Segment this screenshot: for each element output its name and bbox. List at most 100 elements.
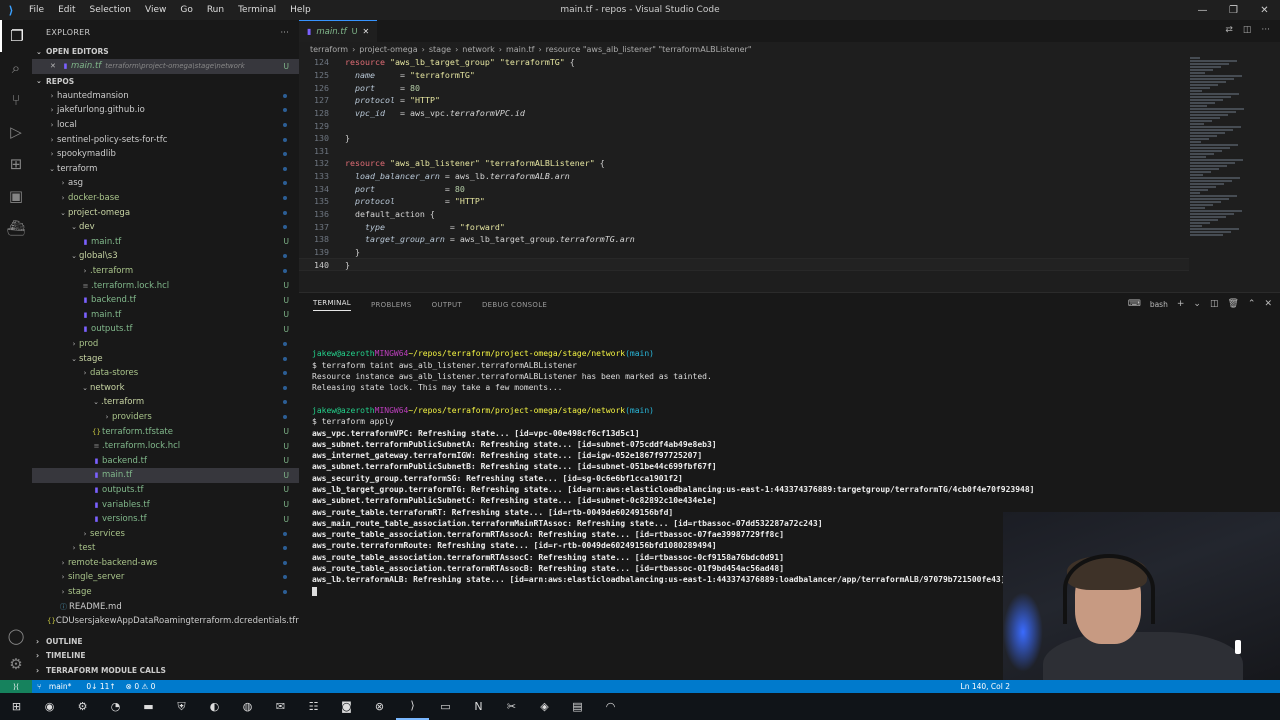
problems-indicator[interactable]: ⊗ 0 ⚠ 0 [121, 682, 161, 691]
tree-item[interactable]: ▮ backend.tf U [32, 293, 299, 308]
xbox-icon[interactable]: ⊗ [363, 693, 396, 720]
shell-name[interactable]: bash [1150, 300, 1168, 309]
chevron-down-icon[interactable]: ⌄ [1193, 299, 1201, 309]
tree-item[interactable]: › docker-base [32, 191, 299, 206]
menu-item-file[interactable]: File [22, 5, 51, 15]
discord-icon[interactable]: ◉ [33, 693, 66, 720]
menu-item-selection[interactable]: Selection [83, 5, 138, 15]
more-actions-icon[interactable]: ··· [1261, 25, 1270, 35]
chrome-icon[interactable]: ◍ [231, 693, 264, 720]
split-terminal-icon[interactable]: ◫ [1210, 299, 1219, 309]
tree-item[interactable]: › stage [32, 585, 299, 600]
close-icon[interactable]: ✕ [50, 62, 60, 70]
menu-item-edit[interactable]: Edit [51, 5, 82, 15]
tree-item[interactable]: › providers [32, 410, 299, 425]
tree-item[interactable]: ▮ main.tf U [32, 308, 299, 323]
menu-item-view[interactable]: View [138, 5, 173, 15]
tree-item[interactable]: › data-stores [32, 366, 299, 381]
sync-indicator[interactable]: 0↓ 11↑ [81, 682, 120, 691]
close-panel-icon[interactable]: ✕ [1264, 299, 1272, 309]
tree-item[interactable]: {} terraform.tfstate U [32, 424, 299, 439]
maximize-icon[interactable]: ❐ [1218, 0, 1249, 20]
panel-tab-problems[interactable]: PROBLEMS [371, 301, 412, 309]
firefox-icon[interactable]: ◐ [198, 693, 231, 720]
zoom-icon[interactable]: ◙ [330, 693, 363, 720]
tree-item[interactable]: ▮ outputs.tf U [32, 322, 299, 337]
minimize-icon[interactable]: — [1187, 0, 1218, 20]
tree-item[interactable]: ≡ .terraform.lock.hcl U [32, 278, 299, 293]
panel-tab-debug-console[interactable]: DEBUG CONSOLE [482, 301, 547, 309]
code-view[interactable]: 124 resource "aws_lb_target_group" "terra… [299, 56, 1189, 271]
tree-item[interactable]: › sentinel-policy-sets-for-tfc [32, 132, 299, 147]
tree-item[interactable]: › jakefurlong.github.io [32, 103, 299, 118]
password-manager-icon[interactable]: ⛨ [165, 693, 198, 720]
close-tab-icon[interactable]: ✕ [363, 27, 370, 36]
tab-main-tf[interactable]: ▮ main.tf U ✕ [299, 20, 378, 42]
open-editor-item[interactable]: ✕ ▮ main.tf terraform\project-omega\stag… [32, 59, 299, 74]
docker-icon[interactable]: ⛴ [0, 212, 32, 244]
outlook-icon[interactable]: ✉ [264, 693, 297, 720]
more-actions-icon[interactable]: ··· [280, 28, 289, 37]
tree-item[interactable]: › .terraform [32, 264, 299, 279]
menu-item-go[interactable]: Go [173, 5, 199, 15]
maximize-panel-icon[interactable]: ⌃ [1248, 299, 1256, 309]
tree-item[interactable]: › test [32, 541, 299, 556]
tree-item[interactable]: ⌄ .terraform [32, 395, 299, 410]
tree-item[interactable]: › local [32, 118, 299, 133]
tree-item[interactable]: ▮ main.tf U [32, 468, 299, 483]
settings-gear-icon[interactable]: ⚙ [0, 648, 32, 680]
tree-item[interactable]: › remote-backend-aws [32, 556, 299, 571]
source-control-icon[interactable]: ⑂ [0, 84, 32, 116]
explorer-icon[interactable]: ❐ [0, 20, 32, 52]
vscode-taskbar-icon[interactable]: ⟩ [396, 693, 429, 720]
tree-item[interactable]: › asg [32, 176, 299, 191]
breadcrumb-item[interactable]: network [462, 45, 495, 54]
breadcrumb-item[interactable]: terraform [310, 45, 348, 54]
settings-gear-icon[interactable]: ⚙ [66, 693, 99, 720]
panel-tab-output[interactable]: OUTPUT [432, 301, 462, 309]
tree-item[interactable]: ⌄ terraform [32, 162, 299, 177]
breadcrumb-item[interactable]: resource "aws_alb_listener" "terraformAL… [546, 45, 752, 54]
sidebar-section-outline[interactable]: › OUTLINE [32, 634, 299, 649]
breadcrumb-item[interactable]: project-omega [359, 45, 417, 54]
breadcrumb-item[interactable]: stage [429, 45, 451, 54]
extensions-icon[interactable]: ⊞ [0, 148, 32, 180]
terminal-taskbar-icon[interactable]: ▭ [429, 693, 462, 720]
tree-item[interactable]: › services [32, 526, 299, 541]
start-icon[interactable]: ⊞ [0, 693, 33, 720]
close-window-icon[interactable]: ✕ [1249, 0, 1280, 20]
run-debug-icon[interactable]: ▷ [0, 116, 32, 148]
tree-item[interactable]: › hauntedmansion [32, 89, 299, 104]
tree-item[interactable]: ⌄ project-omega [32, 205, 299, 220]
tree-item[interactable]: ⌄ stage [32, 351, 299, 366]
panel-tab-terminal[interactable]: TERMINAL [313, 299, 351, 311]
edge-icon[interactable]: ◠ [594, 693, 627, 720]
tree-item[interactable]: ▮ versions.tf U [32, 512, 299, 527]
tree-item[interactable]: ⌄ global\s3 [32, 249, 299, 264]
branch-indicator[interactable]: ⑂ main* [32, 682, 81, 691]
tree-item[interactable]: ⌄ network [32, 380, 299, 395]
clock-app-icon[interactable]: ◔ [99, 693, 132, 720]
tree-item[interactable]: ⓘ README.md [32, 599, 299, 614]
remote-desktop-icon[interactable]: ◈ [528, 693, 561, 720]
snipping-tool-icon[interactable]: ✂ [495, 693, 528, 720]
tree-item[interactable]: › prod [32, 337, 299, 352]
tree-item[interactable]: ≡ .terraform.lock.hcl U [32, 439, 299, 454]
tree-item[interactable]: {} CDUsersjakewAppDataRoamingterraform.dc… [32, 614, 299, 629]
tree-item[interactable]: ⌄ dev [32, 220, 299, 235]
menu-item-terminal[interactable]: Terminal [231, 5, 283, 15]
new-terminal-icon[interactable]: + [1177, 299, 1185, 309]
remote-explorer-icon[interactable]: ▣ [0, 180, 32, 212]
trash-icon[interactable]: 🗑 [1227, 299, 1238, 309]
tree-item[interactable]: › spookymadlib [32, 147, 299, 162]
file-explorer-icon[interactable]: ▬ [132, 693, 165, 720]
menu-item-help[interactable]: Help [283, 5, 318, 15]
teams-icon[interactable]: ☷ [297, 693, 330, 720]
sidebar-section-timeline[interactable]: › TIMELINE [32, 649, 299, 664]
tree-item[interactable]: › single_server [32, 570, 299, 585]
tree-item[interactable]: ▮ variables.tf U [32, 497, 299, 512]
sidebar-section-terraform-module-calls[interactable]: › TERRAFORM MODULE CALLS [32, 663, 299, 678]
onenote-icon[interactable]: N [462, 693, 495, 720]
breadcrumb-item[interactable]: main.tf [506, 45, 534, 54]
remote-icon[interactable]: ⟩⟨ [0, 680, 32, 693]
